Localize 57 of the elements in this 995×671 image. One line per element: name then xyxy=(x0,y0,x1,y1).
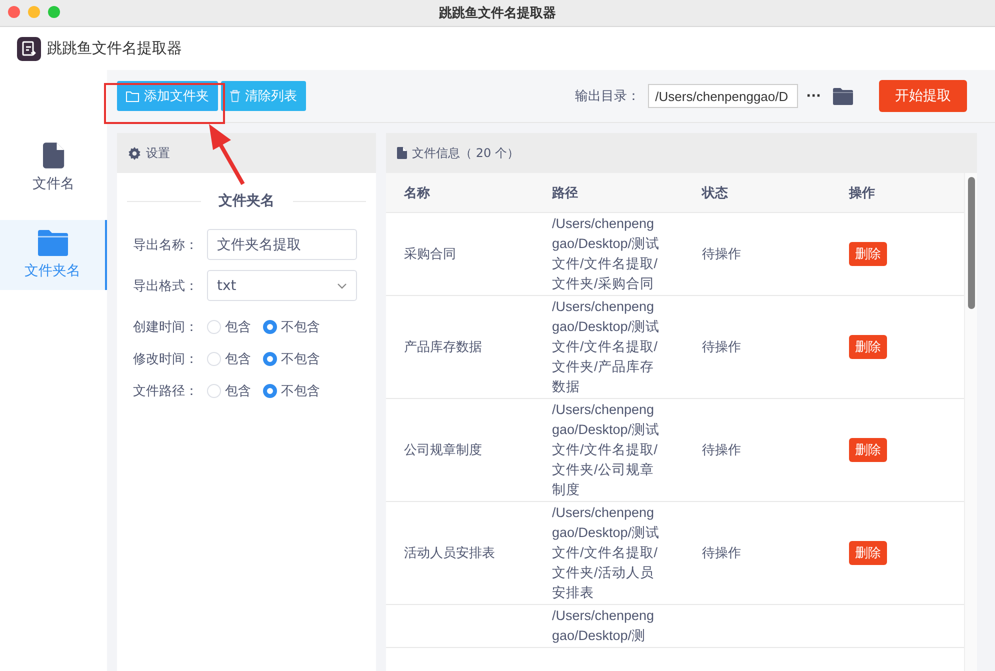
folder-icon xyxy=(38,230,68,256)
folder-icon xyxy=(126,90,139,102)
app-logo-icon xyxy=(17,36,41,60)
document-icon xyxy=(42,142,64,168)
table-cell-text: /Users/chenpenggao/Desktop/测试文件/文件名提取/文件夹/产品库存数据 xyxy=(552,298,661,396)
zoom-button[interactable] xyxy=(48,6,60,18)
table-cell-text: 待操作 xyxy=(702,246,741,263)
radio-option[interactable]: 包含 xyxy=(207,382,251,400)
minimize-button[interactable] xyxy=(28,6,40,18)
table-cell-text: /Users/chenpenggao/Desktop/测试文件/文件名提取/文件夹/公司规章制度 xyxy=(552,401,661,499)
table-cell-text: 待操作 xyxy=(702,339,741,356)
column-header: 操作 xyxy=(849,184,876,202)
field-label: 文件路径： xyxy=(132,383,199,400)
table-cell-text: /Users/chenpenggao/Desktop/测试文件/文件名提取/文件夹/活动人员安排表 xyxy=(552,504,661,602)
document-icon xyxy=(397,147,407,159)
output-directory-label: 输出目录： xyxy=(575,88,640,105)
field-label: 导出名称： xyxy=(132,236,199,254)
delete-button[interactable]: 删除 xyxy=(849,438,887,462)
table-cell-text: 公司规章制度 xyxy=(404,442,482,459)
app-name: 跳跳鱼文件名提取器 xyxy=(47,39,182,58)
scrollbar-thumb[interactable] xyxy=(968,177,975,309)
more-button[interactable]: ··· xyxy=(806,88,821,104)
table-cell-text: 待操作 xyxy=(702,442,741,459)
panel-title: 文件信息（ 20 个） xyxy=(412,144,519,162)
column-header: 状态 xyxy=(702,184,729,202)
delete-button[interactable]: 删除 xyxy=(849,335,887,359)
section-title: 文件夹名 xyxy=(218,192,276,210)
trash-icon xyxy=(230,90,240,102)
delete-button[interactable]: 删除 xyxy=(849,242,887,266)
start-extract-button[interactable]: 开始提取 xyxy=(879,80,967,112)
radio-option[interactable]: 不包含 xyxy=(263,318,320,336)
sidebar-item[interactable]: 文件名 xyxy=(0,132,107,202)
output-path-field[interactable]: /Users/chenpenggao/D xyxy=(648,84,798,108)
field-label: 导出格式： xyxy=(132,278,199,294)
folder-icon[interactable] xyxy=(833,88,853,104)
window-title: 跳跳鱼文件名提取器 xyxy=(439,4,556,22)
radio-option[interactable]: 不包含 xyxy=(263,382,320,400)
chevron-down-icon xyxy=(337,282,347,288)
radio-option[interactable]: 包含 xyxy=(207,350,251,368)
table-cell-text: 活动人员安排表 xyxy=(404,545,495,562)
field-label: 创建时间： xyxy=(132,319,199,336)
radio-option[interactable]: 不包含 xyxy=(263,350,320,368)
delete-button[interactable]: 删除 xyxy=(849,541,887,565)
field-label: 修改时间： xyxy=(132,351,199,368)
table-cell-text: 待操作 xyxy=(702,545,741,562)
settings-icon xyxy=(128,146,141,160)
table-cell-text: 产品库存数据 xyxy=(404,339,482,356)
panel-title: 设置 xyxy=(146,144,170,162)
table-cell-text: /Users/chenpenggao/Desktop/测试文件/文件名提取/文件夹/采购合同 xyxy=(552,215,661,293)
format-select[interactable]: txt xyxy=(207,270,357,301)
close-button[interactable] xyxy=(8,6,20,18)
column-header: 路径 xyxy=(552,184,579,202)
table-cell-text: /Users/chenpenggao/Desktop/测 xyxy=(552,607,656,645)
table-cell-text: 采购合同 xyxy=(404,246,456,263)
radio-option[interactable]: 包含 xyxy=(207,318,251,336)
column-header: 名称 xyxy=(404,184,431,202)
export-name-field[interactable]: 文件夹名提取 xyxy=(207,229,357,260)
